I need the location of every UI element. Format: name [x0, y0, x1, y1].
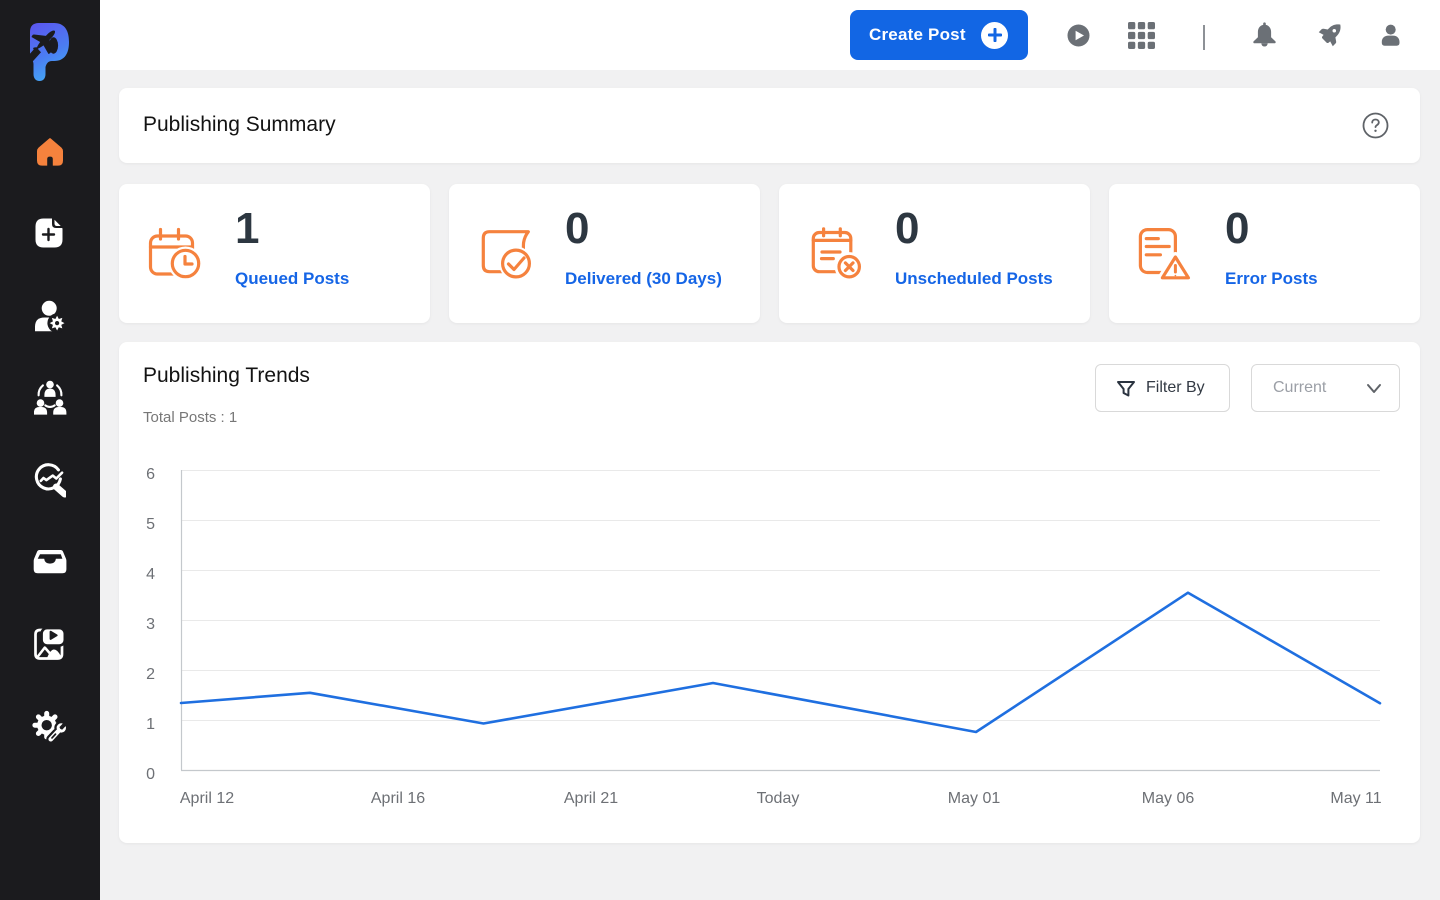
svg-text:2: 2: [146, 666, 155, 683]
svg-text:5: 5: [146, 516, 155, 533]
svg-text:Today: Today: [757, 790, 800, 807]
svg-text:6: 6: [146, 466, 155, 483]
svg-text:April 12: April 12: [180, 790, 234, 807]
svg-text:May 06: May 06: [1142, 790, 1195, 807]
svg-text:May 11: May 11: [1330, 790, 1381, 807]
svg-text:3: 3: [146, 616, 155, 633]
svg-text:May 01: May 01: [948, 790, 1001, 807]
svg-text:April 21: April 21: [564, 790, 618, 807]
svg-text:0: 0: [146, 766, 155, 783]
svg-text:April 16: April 16: [371, 790, 425, 807]
svg-text:4: 4: [146, 566, 155, 583]
svg-text:1: 1: [146, 716, 155, 733]
